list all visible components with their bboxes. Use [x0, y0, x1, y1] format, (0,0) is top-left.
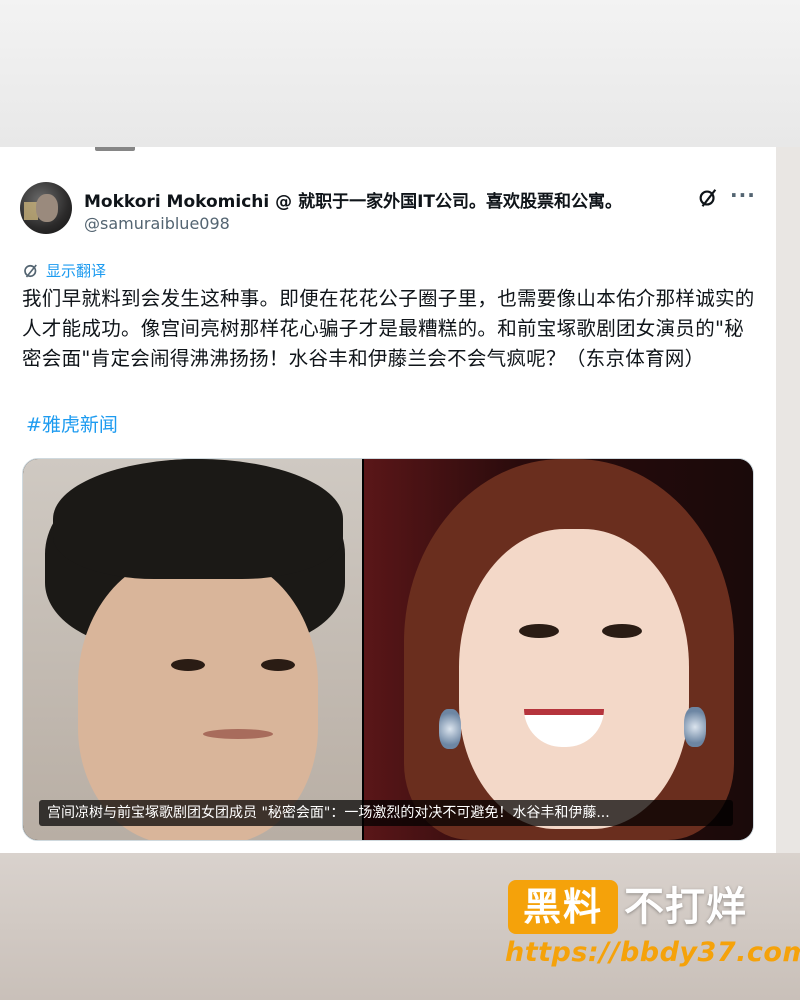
- watermark-url: https://bbdy37.com: [505, 937, 800, 968]
- more-icon[interactable]: ···: [730, 185, 755, 209]
- photo-right: [364, 459, 753, 840]
- translate-label: 显示翻译: [46, 262, 107, 280]
- hashtag-link[interactable]: #雅虎新闻: [26, 410, 118, 437]
- tweet-card: Mokkori Mokomichi @ 就职于一家外国IT公司。喜欢股票和公寓。…: [0, 147, 776, 853]
- photo-left: [23, 459, 362, 840]
- author-name[interactable]: Mokkori Mokomichi @ 就职于一家外国IT公司。喜欢股票和公寓。: [84, 187, 622, 212]
- avatar[interactable]: [20, 182, 72, 234]
- tweet-text: 我们早就料到会发生这种事。即便在花花公子圈子里，也需要像山本佑介那样诚实的人才能…: [22, 287, 755, 370]
- watermark-text: 不打烊: [624, 884, 747, 930]
- translate-link[interactable]: 显示翻译: [22, 260, 106, 281]
- grok-icon[interactable]: [697, 187, 719, 209]
- top-background-band: [0, 0, 800, 147]
- media-caption: 宫间凉树与前宝塚歌剧团女团成员 "秘密会面"：一场激烈的对决不可避免！水谷丰和伊…: [39, 800, 733, 826]
- translate-icon: [24, 263, 37, 278]
- media-card[interactable]: 宫间凉树与前宝塚歌剧团女团成员 "秘密会面"：一场激烈的对决不可避免！水谷丰和伊…: [22, 458, 754, 841]
- watermark-logo-box: 黑料: [508, 880, 618, 934]
- author-handle[interactable]: @samuraiblue098: [84, 214, 230, 233]
